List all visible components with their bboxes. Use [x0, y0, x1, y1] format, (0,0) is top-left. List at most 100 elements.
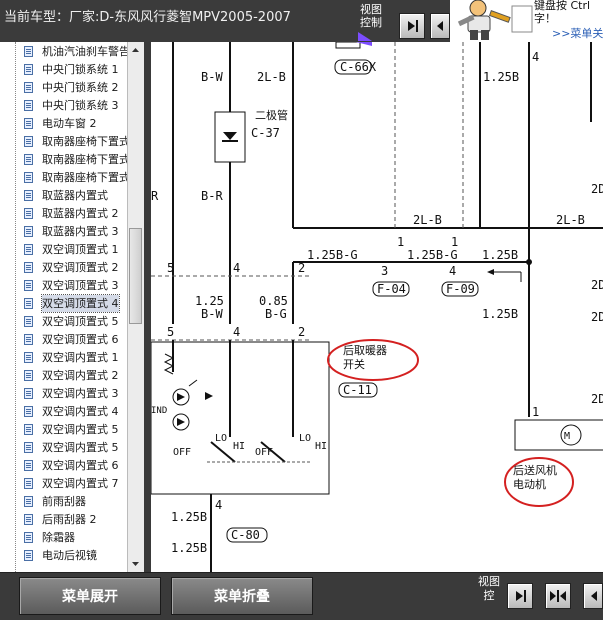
svg-text:2L-B: 2L-B [556, 213, 585, 227]
document-icon [24, 100, 33, 111]
svg-text:4: 4 [233, 325, 240, 339]
arrow-left-icon [591, 591, 597, 601]
document-icon [24, 316, 33, 327]
document-icon [24, 262, 33, 273]
tree-item[interactable]: 取南器座椅下置式 [11, 151, 127, 168]
view-control-label-bottom: 视图控 [478, 575, 500, 602]
document-icon [24, 370, 33, 381]
tree-item[interactable]: 电动车窗 2 [11, 115, 127, 132]
tree-scrollbar[interactable] [127, 42, 144, 572]
tree-item-label: 取蓝器内置式 2 [42, 207, 119, 220]
svg-text:5: 5 [167, 261, 174, 275]
tree-item[interactable]: 取蓝器内置式 2 [11, 205, 127, 222]
document-icon [24, 532, 33, 543]
tree-item[interactable]: 机油汽油刹车警告 [11, 43, 127, 60]
tree-item[interactable]: 中央门锁系统 1 [11, 61, 127, 78]
tree-item[interactable]: 双空调内置式 3 [11, 385, 127, 402]
tree-item[interactable]: 双空调顶置式 2 [11, 259, 127, 276]
document-icon [24, 334, 33, 345]
tree-item-label: 中央门锁系统 3 [42, 99, 119, 112]
tree-item-label: 中央门锁系统 2 [42, 81, 119, 94]
document-icon [24, 208, 33, 219]
document-icon [24, 352, 33, 363]
scroll-thumb[interactable] [129, 228, 142, 324]
tree-item[interactable]: 双空调内置式 1 [11, 349, 127, 366]
tree-item-label: 取南器座椅下置式 [42, 135, 127, 148]
tree-item[interactable]: 双空调顶置式 4 [11, 294, 127, 313]
tree-item[interactable]: 取南器座椅下置式 [11, 133, 127, 150]
vehicle-title: 当前车型：厂家:D-东风风行菱智MPV2005-2007 [4, 10, 291, 25]
tree-item[interactable]: 除霜器 [11, 529, 127, 546]
tree-item[interactable]: 双空调顶置式 6 [11, 331, 127, 348]
tree-item[interactable]: 双空调内置式 7 [11, 475, 127, 492]
tree-item-label: 取南器座椅下置式 [42, 171, 127, 184]
menu-collapse-button[interactable]: 菜单折叠 [171, 577, 313, 615]
svg-text:2D: 2D [591, 278, 603, 292]
svg-text:1: 1 [532, 405, 539, 419]
svg-text:2: 2 [298, 325, 305, 339]
scroll-down-arrow-icon[interactable] [129, 556, 142, 570]
view-fit-button[interactable] [430, 13, 450, 39]
svg-text:开关: 开关 [343, 357, 365, 371]
tree-item[interactable]: 取蓝器内置式 [11, 187, 127, 204]
svg-text:1.25B: 1.25B [482, 307, 518, 321]
document-icon [24, 118, 33, 129]
diode-label: 二极管 [255, 108, 288, 122]
svg-text:2: 2 [298, 261, 305, 275]
tree-item[interactable]: 双空调内置式 2 [11, 367, 127, 384]
svg-text:F-09: F-09 [446, 282, 475, 296]
tree-item-label: 双空调内置式 5 [42, 423, 119, 436]
tree-item[interactable]: 双空调内置式 5 [11, 421, 127, 438]
tree-item-label: 取蓝器内置式 [42, 189, 108, 202]
document-icon [24, 280, 33, 291]
diagram-tree: 机油汽油刹车警告 中央门锁系统 1 中央门锁系统 2 中央门锁系统 3 电动车窗 2 取南… [0, 42, 127, 572]
document-icon [24, 424, 33, 435]
tree-item-label: 双空调内置式 2 [42, 369, 119, 382]
panel-divider[interactable] [144, 42, 151, 572]
svg-text:B-G: B-G [265, 307, 287, 321]
tree-item[interactable]: 取蓝器内置式 3 [11, 223, 127, 240]
tree-item-label: 取南器座椅下置式 [42, 153, 127, 166]
tree-item[interactable]: 后雨刮器 2 [11, 511, 127, 528]
tree-item[interactable]: 双空调顶置式 5 [11, 313, 127, 330]
svg-text:4: 4 [532, 50, 539, 64]
svg-text:B-W: B-W [201, 307, 223, 321]
tree-item-label: 取蓝器内置式 3 [42, 225, 119, 238]
svg-text:C-80: C-80 [231, 528, 260, 542]
svg-text:OFF: OFF [173, 447, 191, 458]
view-next-button-bottom[interactable] [507, 583, 533, 609]
document-icon [24, 172, 33, 183]
svg-text:4: 4 [233, 261, 240, 275]
document-icon [24, 496, 33, 507]
svg-text:F-04: F-04 [377, 282, 406, 296]
menu-expand-button[interactable]: 菜单展开 [19, 577, 161, 615]
tree-item[interactable]: 双空调内置式 5 [11, 439, 127, 456]
connector-c66x-label: C-66X [340, 60, 377, 74]
tree-item[interactable]: 电动后视镜 [11, 547, 127, 564]
tree-item-label: 后雨刮器 2 [42, 513, 97, 526]
tree-item[interactable]: 中央门锁系统 3 [11, 97, 127, 114]
view-fit-button-bottom[interactable] [545, 583, 571, 609]
svg-text:1.25B: 1.25B [171, 541, 207, 555]
document-icon [24, 460, 33, 471]
tree-item[interactable]: 中央门锁系统 2 [11, 79, 127, 96]
view-next-button[interactable] [399, 13, 425, 39]
tree-item[interactable]: 双空调顶置式 1 [11, 241, 127, 258]
svg-text:2L-B: 2L-B [413, 213, 442, 227]
document-icon [24, 478, 33, 489]
view-prev-button-bottom[interactable] [583, 583, 603, 609]
tree-item[interactable]: 双空调内置式 6 [11, 457, 127, 474]
document-icon [24, 550, 33, 561]
tree-item[interactable]: 双空调内置式 4 [11, 403, 127, 420]
tree-item[interactable]: 双空调顶置式 3 [11, 277, 127, 294]
heater-switch-box [151, 341, 330, 495]
tree-item[interactable]: 取南器座椅下置式 [11, 169, 127, 186]
scroll-up-arrow-icon[interactable] [129, 42, 142, 56]
tree-item[interactable]: 前雨刮器 [11, 493, 127, 510]
svg-text:M: M [564, 431, 570, 442]
svg-text:C-37: C-37 [251, 126, 280, 140]
tree-item-label: 除霜器 [42, 531, 75, 544]
svg-text:1.25B-G: 1.25B-G [307, 248, 358, 262]
helper-menu-link[interactable]: >>菜单关 [552, 25, 603, 41]
mechanic-mascot-icon [457, 0, 533, 40]
